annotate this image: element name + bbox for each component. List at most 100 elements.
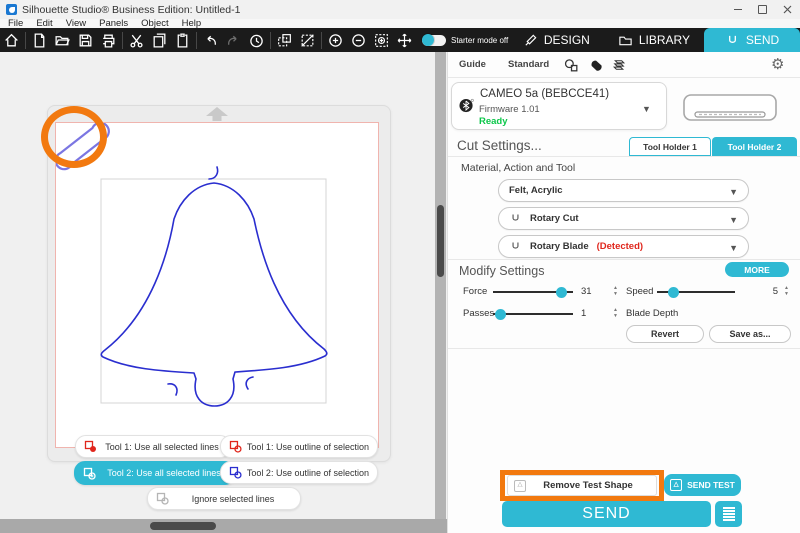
material-dropdown[interactable]: Felt, Acrylic [498,179,749,202]
tab-send[interactable]: SEND [704,28,800,52]
horizontal-scrollbar-handle[interactable] [150,522,216,530]
tab-design[interactable]: DESIGN [509,28,604,52]
send-test-label: SEND TEST [687,480,735,490]
history-button[interactable] [245,29,268,51]
action-by-layer-icon[interactable] [610,57,627,74]
tool-dropdown-arrow-icon [729,238,738,256]
settings-gear-icon[interactable] [771,56,784,74]
print-button[interactable] [97,29,120,51]
menu-help[interactable]: Help [182,19,202,28]
save-as-button[interactable]: Save as... [709,325,791,343]
paste-button[interactable] [171,29,194,51]
tool-detected-status: (Detected) [597,241,643,252]
action-dropdown[interactable]: Rotary Cut [498,207,749,230]
maximize-button[interactable] [750,0,775,19]
open-button[interactable] [51,29,74,51]
copy-button[interactable] [148,29,171,51]
mode-guide[interactable]: Guide [459,59,486,70]
home-button[interactable] [0,29,23,51]
new-document-button[interactable] [28,29,51,51]
vertical-scrollbar[interactable] [435,52,446,533]
library-folder-icon [618,33,633,48]
zoom-out-button[interactable] [347,29,370,51]
speed-slider[interactable] [657,291,735,293]
tool-holder-icon [509,212,522,225]
speed-slider-thumb[interactable] [668,287,679,298]
menu-object[interactable]: Object [141,19,168,28]
passes-slider[interactable] [493,313,573,315]
more-button[interactable]: MORE [725,262,789,277]
bell-top-accent-arc[interactable] [209,167,218,179]
menu-edit[interactable]: Edit [36,19,52,28]
starter-mode-toggle[interactable] [422,35,446,46]
bell-left-accent-arc[interactable] [168,384,177,395]
menu-view[interactable]: View [66,19,86,28]
tool2-outline-button[interactable]: Tool 2: Use outline of selection [220,461,378,484]
page-artwork [56,123,378,447]
device-firmware: Firmware 1.01 [479,104,540,115]
send-button[interactable]: SEND [502,501,711,527]
tool-dropdown[interactable]: Rotary Blade (Detected) [498,235,749,258]
speed-stepper[interactable] [782,286,791,297]
undo-button[interactable] [199,29,222,51]
bell-right-accent-arc[interactable] [246,377,253,389]
ignore-lines-button[interactable]: Ignore selected lines [147,487,301,510]
tool1-all-lines-button[interactable]: Tool 1: Use all selected lines [75,435,231,458]
remove-test-shape-label: Remove Test Shape [526,480,650,491]
tool2-all-lines-button[interactable]: Tool 2: Use all selected lines [74,461,236,485]
deselect-icon [299,32,316,49]
tool2-all-lines-label: Tool 2: Use all selected lines [101,468,227,478]
device-card[interactable]: CAMEO 5a (BEBCCE41) Firmware 1.01 Ready [451,82,667,130]
force-slider-thumb[interactable] [556,287,567,298]
passes-slider-thumb[interactable] [495,309,506,320]
bell-shape[interactable] [101,183,327,406]
panel-divider [448,348,800,349]
bluetooth-icon [459,98,474,113]
redo-button[interactable] [222,29,245,51]
force-stepper[interactable] [611,286,620,297]
remove-test-shape-button[interactable]: Remove Test Shape [507,475,657,496]
cut-button[interactable] [125,29,148,51]
device-status: Ready [479,116,508,127]
tab-tool-holder-1[interactable]: Tool Holder 1 [629,137,711,156]
canvas-area[interactable]: Tool 1: Use all selected lines Tool 1: U… [0,52,447,533]
force-slider[interactable] [493,291,573,293]
tool1-all-lines-icon [84,440,97,453]
passes-stepper[interactable] [611,308,620,319]
horizontal-scrollbar[interactable] [0,519,447,533]
print-icon [100,32,117,49]
design-page[interactable] [55,122,379,448]
app-window: Silhouette Studio® Business Edition: Unt… [0,0,800,533]
menu-panels[interactable]: Panels [99,19,128,28]
device-dropdown-arrow-icon[interactable] [642,99,651,117]
tab-library[interactable]: LIBRARY [604,28,704,52]
vertical-scrollbar-handle[interactable] [437,205,444,277]
zoom-out-icon [350,32,367,49]
save-button[interactable] [74,29,97,51]
tool1-outline-icon [229,440,242,453]
revert-button[interactable]: Revert [626,325,704,343]
toolbar-separator [270,32,271,49]
close-button[interactable] [775,0,800,19]
copy-icon [151,32,168,49]
test-shape-icon [514,480,526,492]
minimize-button[interactable] [725,0,750,19]
send-test-button[interactable]: SEND TEST [664,474,741,496]
zoom-selection-button[interactable] [370,29,393,51]
tool1-all-lines-label: Tool 1: Use all selected lines [102,442,222,452]
tool1-outline-button[interactable]: Tool 1: Use outline of selection [220,435,378,458]
test-shape[interactable] [56,123,109,169]
tab-send-label: SEND [746,33,779,47]
zoom-in-button[interactable] [324,29,347,51]
action-by-fill-icon[interactable] [588,57,605,74]
menu-file[interactable]: File [8,19,23,28]
mode-standard[interactable]: Standard [508,59,549,70]
select-all-button[interactable] [273,29,296,51]
fit-to-page-button[interactable] [393,29,416,51]
job-queue-button[interactable] [715,501,742,527]
action-by-shape-icon[interactable] [563,57,580,74]
queue-lines-icon [723,507,735,509]
deselect-button[interactable] [296,29,319,51]
tab-tool-holder-2[interactable]: Tool Holder 2 [712,137,797,156]
selection-bounding-box[interactable] [101,179,326,403]
